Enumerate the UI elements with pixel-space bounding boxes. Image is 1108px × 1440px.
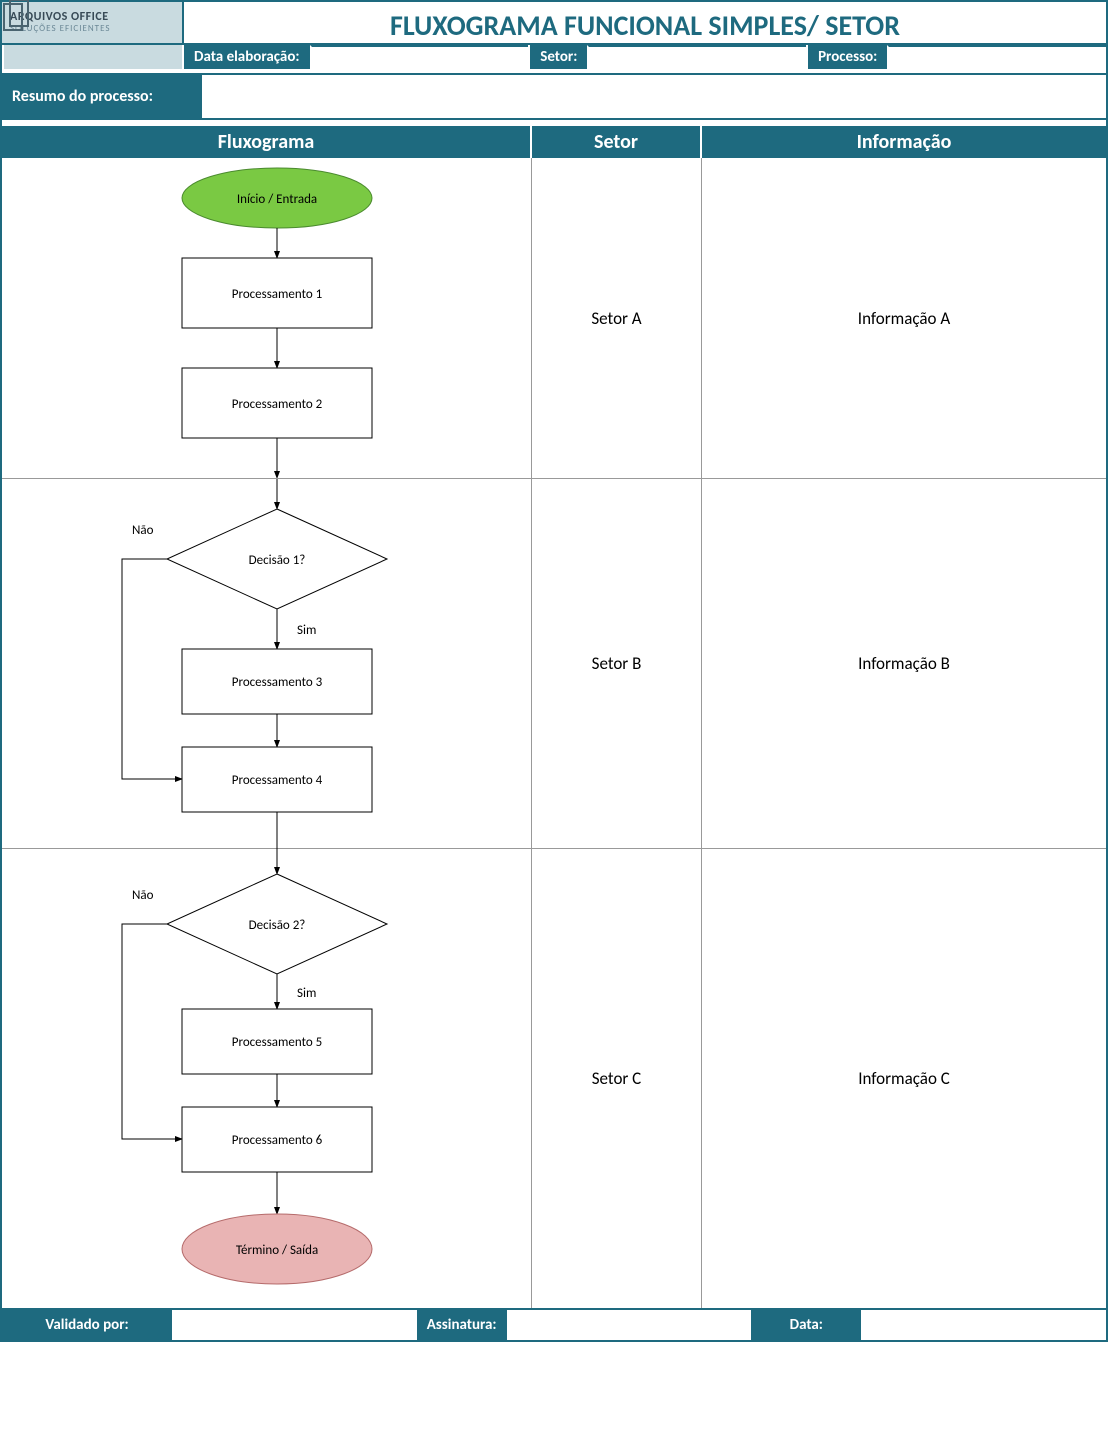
page-title: FLUXOGRAMA FUNCIONAL SIMPLES/ SETOR	[182, 2, 1106, 43]
footer-row: Validado por: Assinatura: Data:	[2, 1308, 1106, 1340]
lane-row: Início / Entrada Processamento 1 Process…	[2, 158, 1106, 478]
lane-row: Decisão 1? Não Sim Processamento 3 Proce…	[2, 478, 1106, 848]
resumo-value[interactable]	[202, 73, 1106, 120]
proc5-label: Processamento 5	[232, 1035, 322, 1050]
resumo-label: Resumo do processo:	[2, 73, 202, 120]
proc2-label: Processamento 2	[232, 397, 323, 412]
header-row: ARQUIVOS OFFICE SOLUÇÕES EFICIENTES FLUX…	[2, 2, 1106, 45]
no-label-2: Não	[132, 888, 154, 903]
lane-info: Informação C	[702, 849, 1106, 1308]
start-label: Início / Entrada	[237, 192, 317, 207]
assinatura-value[interactable]	[507, 1310, 752, 1340]
lane-info: Informação A	[702, 158, 1106, 478]
col-setor: Setor	[532, 126, 702, 158]
lane-row: Decisão 2? Não Sim Processamento 5 Proce…	[2, 848, 1106, 1308]
validado-value[interactable]	[172, 1310, 417, 1340]
flux-cell-2: Decisão 1? Não Sim Processamento 3 Proce…	[2, 479, 532, 848]
page-container: ARQUIVOS OFFICE SOLUÇÕES EFICIENTES FLUX…	[0, 0, 1108, 1342]
meta-processo-label: Processo:	[806, 45, 887, 69]
logo-icon	[0, 0, 30, 34]
footer-data-value[interactable]	[861, 1310, 1106, 1340]
decision1-label: Decisão 1?	[249, 553, 306, 568]
validado-label: Validado por:	[2, 1310, 172, 1340]
proc4-label: Processamento 4	[232, 773, 323, 788]
yes-label-2: Sim	[297, 986, 316, 1001]
meta-setor-value[interactable]	[587, 45, 806, 69]
flux-cell-3: Decisão 2? Não Sim Processamento 5 Proce…	[2, 849, 532, 1308]
col-informacao: Informação	[702, 126, 1106, 158]
lanes-body: Início / Entrada Processamento 1 Process…	[2, 158, 1106, 1308]
resumo-row: Resumo do processo:	[2, 69, 1106, 120]
logo-cell: ARQUIVOS OFFICE SOLUÇÕES EFICIENTES	[2, 2, 182, 43]
meta-setor-label: Setor:	[528, 45, 587, 69]
lane-setor: Setor B	[532, 479, 702, 848]
col-fluxograma: Fluxograma	[2, 126, 532, 158]
no-label-1: Não	[132, 523, 154, 538]
footer-data-label: Data:	[751, 1310, 861, 1340]
yes-label-1: Sim	[297, 623, 316, 638]
assinatura-label: Assinatura:	[417, 1310, 507, 1340]
meta-data-value[interactable]	[310, 45, 529, 69]
decision2-label: Decisão 2?	[249, 918, 306, 933]
proc1-label: Processamento 1	[232, 287, 322, 302]
lane-setor: Setor A	[532, 158, 702, 478]
lane-setor: Setor C	[532, 849, 702, 1308]
proc3-label: Processamento 3	[232, 675, 323, 690]
proc6-label: Processamento 6	[232, 1133, 323, 1148]
column-headers: Fluxograma Setor Informação	[2, 120, 1106, 158]
end-label: Término / Saída	[236, 1243, 318, 1258]
meta-data-label: Data elaboração:	[182, 45, 310, 69]
meta-processo-value[interactable]	[887, 45, 1106, 69]
lane-info: Informação B	[702, 479, 1106, 848]
meta-row: Data elaboração: Setor: Processo:	[2, 45, 1106, 69]
flux-cell-1: Início / Entrada Processamento 1 Process…	[2, 158, 532, 478]
